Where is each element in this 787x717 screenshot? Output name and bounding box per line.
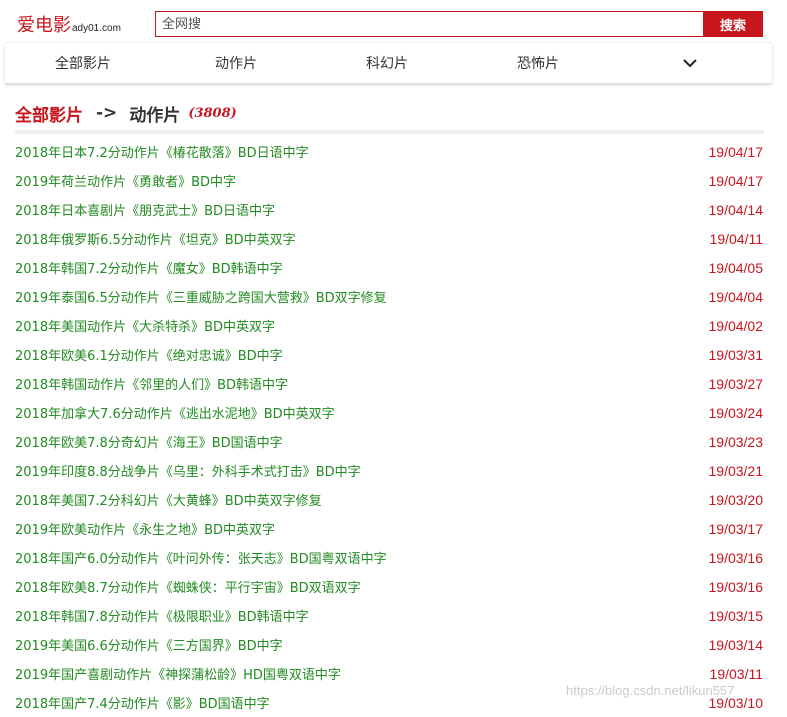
- site-logo[interactable]: 爱电影 ady01.com: [17, 11, 121, 36]
- divider: [15, 130, 764, 134]
- nav-item-all[interactable]: 全部影片: [55, 53, 111, 73]
- movie-title-link[interactable]: 2018年欧美8.7分动作片《蜘蛛侠：平行宇宙》BD双语双字: [15, 577, 361, 596]
- nav-item-scifi[interactable]: 科幻片: [366, 53, 408, 73]
- nav-item-action[interactable]: 动作片: [215, 53, 257, 73]
- movie-title-link[interactable]: 2018年国产6.0分动作片《叶问外传：张天志》BD国粤双语中字: [15, 548, 387, 567]
- list-item: 2019年荷兰动作片《勇敢者》BD中字 19/04/17: [15, 166, 763, 195]
- chevron-down-icon[interactable]: [681, 55, 699, 69]
- list-item: 2018年加拿大7.6分动作片《逃出水泥地》BD中英双字 19/03/24: [15, 398, 763, 427]
- movie-date: 19/04/11: [709, 230, 763, 247]
- movie-title-link[interactable]: 2018年日本7.2分动作片《椿花散落》BD日语中字: [15, 142, 309, 161]
- list-item: 2019年印度8.8分战争片《乌里：外科手术式打击》BD中字 19/03/21: [15, 456, 763, 485]
- movie-title-link[interactable]: 2018年韩国7.2分动作片《魔女》BD韩语中字: [15, 258, 283, 277]
- movie-title-link[interactable]: 2018年国产7.4分动作片《影》BD国语中字: [15, 693, 270, 712]
- movie-date: 19/03/14: [708, 636, 764, 653]
- movie-title-link[interactable]: 2019年泰国6.5分动作片《三重威胁之跨国大营救》BD双字修复: [15, 287, 387, 306]
- movie-date: 19/03/17: [708, 520, 764, 537]
- list-item: 2018年韩国动作片《邻里的人们》BD韩语中字 19/03/27: [15, 369, 763, 398]
- movie-title-link[interactable]: 2018年美国动作片《大杀特杀》BD中英双字: [15, 316, 275, 335]
- list-item: 2018年欧美8.7分动作片《蜘蛛侠：平行宇宙》BD双语双字 19/03/16: [15, 572, 763, 601]
- list-item: 2019年泰国6.5分动作片《三重威胁之跨国大营救》BD双字修复 19/04/04: [15, 282, 763, 311]
- breadcrumb: 全部影片 -> 动作片 (3808): [15, 100, 237, 126]
- movie-date: 19/04/14: [708, 201, 764, 218]
- list-item: 2019年美国6.6分动作片《三方国界》BD中字 19/03/14: [15, 630, 763, 659]
- result-count: (3808): [188, 105, 237, 121]
- movie-title-link[interactable]: 2019年美国6.6分动作片《三方国界》BD中字: [15, 635, 283, 654]
- movie-date: 19/03/20: [708, 491, 764, 508]
- movie-title-link[interactable]: 2018年俄罗斯6.5分动作片《坦克》BD中英双字: [15, 229, 296, 248]
- movie-title-link[interactable]: 2019年欧美动作片《永生之地》BD中英双字: [15, 519, 275, 538]
- movie-title-link[interactable]: 2018年欧美7.8分奇幻片《海王》BD国语中字: [15, 432, 283, 451]
- movie-date: 19/03/15: [708, 607, 764, 624]
- list-item: 2018年美国7.2分科幻片《大黄蜂》BD中英双字修复 19/03/20: [15, 485, 763, 514]
- list-item: 2018年韩国7.8分动作片《极限职业》BD韩语中字 19/03/15: [15, 601, 763, 630]
- movie-title-link[interactable]: 2018年韩国动作片《邻里的人们》BD韩语中字: [15, 374, 288, 393]
- site-header: 爱电影 ady01.com 搜索 全部影片 动作片 科幻片 恐怖片: [0, 0, 787, 86]
- list-item: 2018年欧美6.1分动作片《绝对忠诚》BD中字 19/03/31: [15, 340, 763, 369]
- breadcrumb-home-link[interactable]: 全部影片: [15, 101, 83, 126]
- movie-title-link[interactable]: 2018年欧美6.1分动作片《绝对忠诚》BD中字: [15, 345, 283, 364]
- watermark: https://blog.csdn.net/likun557: [566, 683, 735, 698]
- movie-list: 2018年日本7.2分动作片《椿花散落》BD日语中字 19/04/17 2019年…: [15, 137, 763, 717]
- category-nav: 全部影片 动作片 科幻片 恐怖片: [5, 42, 772, 83]
- movie-title-link[interactable]: 2019年印度8.8分战争片《乌里：外科手术式打击》BD中字: [15, 461, 361, 480]
- movie-date: 19/03/11: [709, 665, 763, 682]
- movie-date: 19/03/27: [708, 375, 764, 392]
- list-item: 2018年俄罗斯6.5分动作片《坦克》BD中英双字 19/04/11: [15, 224, 763, 253]
- movie-date: 19/03/24: [708, 404, 764, 421]
- movie-date: 19/04/17: [708, 172, 764, 189]
- movie-date: 19/03/21: [708, 462, 764, 479]
- movie-date: 19/04/05: [708, 259, 764, 276]
- list-item: 2018年日本7.2分动作片《椿花散落》BD日语中字 19/04/17: [15, 137, 763, 166]
- movie-title-link[interactable]: 2018年美国7.2分科幻片《大黄蜂》BD中英双字修复: [15, 490, 322, 509]
- movie-title-link[interactable]: 2019年荷兰动作片《勇敢者》BD中字: [15, 171, 236, 190]
- search-input[interactable]: [155, 11, 703, 37]
- list-item: 2018年国产6.0分动作片《叶问外传：张天志》BD国粤双语中字 19/03/16: [15, 543, 763, 572]
- movie-title-link[interactable]: 2019年国产喜剧动作片《神探蒲松龄》HD国粤双语中字: [15, 664, 341, 683]
- list-item: 2018年日本喜剧片《朋克武士》BD日语中字 19/04/14: [15, 195, 763, 224]
- breadcrumb-separator: ->: [96, 103, 118, 123]
- movie-date: 19/03/16: [708, 549, 764, 566]
- list-item: 2018年美国动作片《大杀特杀》BD中英双字 19/04/02: [15, 311, 763, 340]
- movie-date: 19/04/17: [708, 143, 764, 160]
- list-item: 2019年欧美动作片《永生之地》BD中英双字 19/03/17: [15, 514, 763, 543]
- list-item: 2018年韩国7.2分动作片《魔女》BD韩语中字 19/04/05: [15, 253, 763, 282]
- movie-title-link[interactable]: 2018年加拿大7.6分动作片《逃出水泥地》BD中英双字: [15, 403, 335, 422]
- movie-title-link[interactable]: 2018年日本喜剧片《朋克武士》BD日语中字: [15, 200, 275, 219]
- movie-title-link[interactable]: 2018年韩国7.8分动作片《极限职业》BD韩语中字: [15, 606, 309, 625]
- breadcrumb-current: 动作片: [129, 105, 181, 126]
- movie-date: 19/03/31: [708, 346, 764, 363]
- logo-chinese: 爱电影: [17, 15, 71, 36]
- nav-item-horror[interactable]: 恐怖片: [517, 53, 559, 73]
- list-item: 2018年欧美7.8分奇幻片《海王》BD国语中字 19/03/23: [15, 427, 763, 456]
- movie-date: 19/03/23: [708, 433, 764, 450]
- movie-date: 19/03/16: [708, 578, 764, 595]
- search-button[interactable]: 搜索: [703, 11, 763, 37]
- logo-domain: ady01.com: [72, 23, 121, 34]
- movie-date: 19/04/02: [708, 317, 764, 334]
- search-bar: 搜索: [155, 11, 763, 37]
- movie-date: 19/04/04: [708, 288, 764, 305]
